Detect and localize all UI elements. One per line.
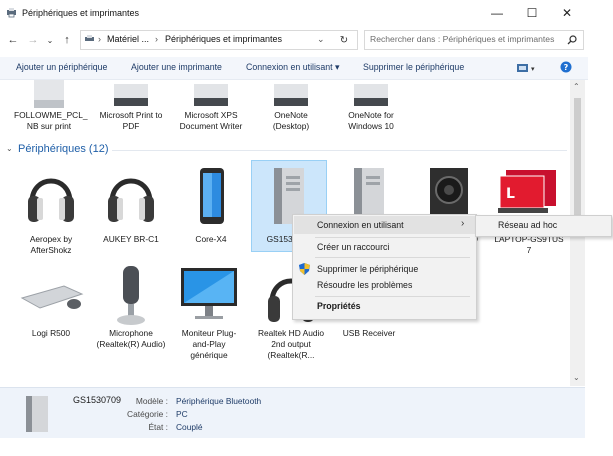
connect-using-button[interactable]: Connexion en utilisant ▾: [246, 62, 339, 73]
item-label: OneNote for Windows 10: [348, 110, 394, 131]
microphone-icon: [117, 266, 145, 325]
context-menu: Connexion en utilisant › Créer un raccou…: [292, 214, 477, 320]
submenu-arrow-icon: ›: [461, 218, 465, 229]
item-label: Aeropex by AfterShokz: [29, 234, 73, 255]
devices-group-header[interactable]: Périphériques (12): [18, 143, 109, 155]
menu-item-connect-using[interactable]: Connexion en utilisant: [317, 220, 404, 230]
device-item[interactable]: Logi R500: [16, 264, 86, 339]
headphones-icon: [28, 178, 74, 222]
details-category-label: Catégorie :: [127, 409, 168, 419]
headphones-icon: [108, 178, 154, 222]
breadcrumb-separator: ›: [98, 34, 101, 44]
back-icon[interactable]: ←: [6, 32, 20, 48]
menu-separator: [315, 296, 470, 297]
uac-shield-icon: [299, 263, 310, 275]
printer-item[interactable]: Microsoft Print to PDF: [96, 80, 166, 132]
phone-icon: [200, 168, 224, 224]
printer-icon: [114, 84, 148, 106]
svg-text:▾: ▾: [531, 65, 535, 73]
scroll-down-icon[interactable]: ⌄: [573, 373, 580, 382]
item-label: Moniteur Plug-and-Play générique: [181, 328, 237, 360]
add-device-button[interactable]: Ajouter un périphérique: [16, 62, 107, 72]
devices-printers-icon: [7, 8, 16, 18]
device-item[interactable]: L LAPTOP-GS9TUS 7: [494, 166, 564, 256]
command-bar: Ajouter un périphérique Ajouter une impr…: [0, 57, 588, 80]
item-label: Microsoft XPS Document Writer: [179, 110, 243, 131]
item-label: Realtek HD Audio 2nd output (Realtek(R..…: [257, 328, 325, 360]
address-dropdown-icon[interactable]: ⌄: [317, 34, 325, 45]
breadcrumb-devices[interactable]: Périphériques et imprimantes: [165, 34, 282, 44]
view-options-icon[interactable]: ▾: [517, 63, 537, 73]
menu-item-remove-device[interactable]: Supprimer le périphérique: [317, 264, 418, 274]
address-bar: ← → ⌄ ↑ › Matériel ... › Périphériques e…: [0, 28, 613, 52]
details-model-label: Modèle :: [135, 396, 168, 406]
details-model-value: Périphérique Bluetooth: [176, 396, 262, 406]
item-label: Microphone (Realtek(R) Audio): [96, 328, 166, 349]
minimize-button[interactable]: —: [480, 2, 514, 24]
search-icon[interactable]: [567, 35, 577, 45]
maximize-button[interactable]: ☐: [515, 2, 549, 24]
monitor-icon: [181, 268, 237, 319]
menu-separator: [315, 257, 470, 258]
details-state-value: Couplé: [176, 422, 203, 432]
breadcrumb-separator: ›: [155, 34, 158, 44]
devices-printers-icon: [85, 35, 94, 41]
address-field[interactable]: › Matériel ... › Périphériques et imprim…: [80, 30, 358, 50]
device-item[interactable]: Moniteur Plug-and-Play générique: [174, 264, 244, 361]
item-label: USB Receiver: [342, 328, 396, 338]
printer-icon: [354, 84, 388, 106]
device-item[interactable]: Core-X4: [176, 166, 246, 245]
forward-icon[interactable]: →: [26, 32, 40, 48]
up-icon[interactable]: ↑: [60, 32, 74, 48]
search-input[interactable]: Rechercher dans : Périphériques et impri…: [364, 30, 584, 50]
keyboard-icon: [20, 285, 84, 309]
computer-tower-icon: [26, 396, 48, 432]
title-bar: Périphériques et imprimantes — ☐ ✕: [0, 0, 613, 28]
item-label: OneNote (Desktop): [272, 110, 310, 131]
refresh-icon[interactable]: ↻: [337, 32, 351, 48]
scroll-up-icon[interactable]: ⌃: [573, 82, 580, 91]
item-label: FOLLOWME_PCL_ NB sur print: [14, 110, 88, 131]
group-collapse-icon[interactable]: ⌄: [6, 144, 13, 153]
group-divider: [112, 150, 567, 151]
details-pane: GS1530709 Modèle : Périphérique Bluetoot…: [0, 387, 585, 438]
window-title: Périphériques et imprimantes: [22, 8, 140, 18]
details-state-label: État :: [148, 422, 168, 432]
device-item[interactable]: Microphone (Realtek(R) Audio): [96, 264, 166, 350]
recent-dropdown-icon[interactable]: ⌄: [43, 32, 57, 48]
details-category-value: PC: [176, 409, 188, 419]
printer-item[interactable]: OneNote for Windows 10: [336, 80, 406, 132]
search-placeholder: Rechercher dans : Périphériques et impri…: [370, 34, 555, 44]
printer-icon: [34, 80, 64, 108]
menu-item-troubleshoot[interactable]: Résoudre les problèmes: [317, 280, 412, 290]
item-label: Microsoft Print to PDF: [99, 110, 163, 131]
help-icon[interactable]: ?: [560, 61, 572, 73]
menu-item-adhoc-network[interactable]: Réseau ad hoc: [498, 220, 557, 230]
add-printer-button[interactable]: Ajouter une imprimante: [131, 62, 222, 72]
item-label: Logi R500: [31, 328, 71, 338]
close-button[interactable]: ✕: [550, 2, 584, 24]
remove-device-button[interactable]: Supprimer le périphérique: [363, 62, 464, 72]
printer-item[interactable]: OneNote (Desktop): [256, 80, 326, 132]
item-label: Core-X4: [195, 234, 227, 244]
printer-icon: [274, 84, 308, 106]
device-item[interactable]: AUKEY BR-C1: [96, 166, 166, 245]
item-label: LAPTOP-GS9TUS 7: [494, 234, 564, 255]
connect-using-submenu: Réseau ad hoc: [475, 215, 612, 237]
printer-item[interactable]: FOLLOWME_PCL_ NB sur print: [14, 80, 88, 132]
scroll-thumb[interactable]: [574, 98, 581, 218]
menu-item-properties[interactable]: Propriétés: [317, 301, 361, 311]
printer-item[interactable]: Microsoft XPS Document Writer: [176, 80, 246, 132]
item-label: AUKEY BR-C1: [103, 234, 159, 244]
device-item[interactable]: Aeropex by AfterShokz: [16, 166, 86, 256]
menu-item-create-shortcut[interactable]: Créer un raccourci: [317, 242, 389, 252]
svg-text:?: ?: [564, 63, 569, 72]
menu-separator: [315, 237, 470, 238]
breadcrumb-hardware[interactable]: Matériel ...: [107, 34, 149, 44]
svg-text:L: L: [506, 186, 515, 202]
printer-icon: [194, 84, 228, 106]
